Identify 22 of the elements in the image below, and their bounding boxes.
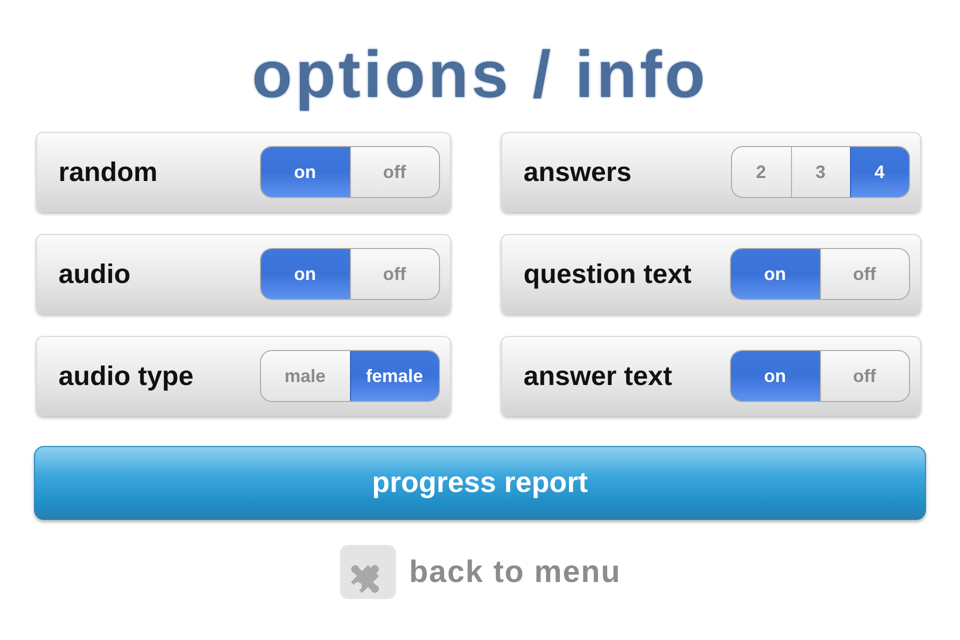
puzzle-icon <box>339 544 398 600</box>
back-button[interactable]: back to menu <box>339 544 621 600</box>
segment-option[interactable]: on <box>730 351 820 401</box>
setting-label: question text <box>524 258 692 290</box>
segment-option[interactable]: 2 <box>732 147 790 197</box>
page-title: options / info <box>252 36 708 113</box>
segment-option[interactable]: off <box>350 147 438 197</box>
segment-option[interactable]: off <box>820 249 908 299</box>
segment-option[interactable]: female <box>350 351 438 401</box>
segment-option[interactable]: off <box>820 351 908 401</box>
setting-label: answer text <box>524 360 672 392</box>
segment-option[interactable]: on <box>260 147 350 197</box>
setting-label: audio type <box>58 360 194 392</box>
segment-option[interactable]: off <box>350 249 438 299</box>
segment-option[interactable]: on <box>260 249 350 299</box>
segment-option[interactable]: male <box>260 351 350 401</box>
progress-report-button[interactable]: progress report <box>34 446 926 520</box>
setting-label: audio <box>58 258 130 290</box>
segment-option[interactable]: 4 <box>850 147 908 197</box>
setting-label: answers <box>524 156 632 188</box>
setting-label: random <box>58 156 158 188</box>
segment-option[interactable]: on <box>730 249 820 299</box>
